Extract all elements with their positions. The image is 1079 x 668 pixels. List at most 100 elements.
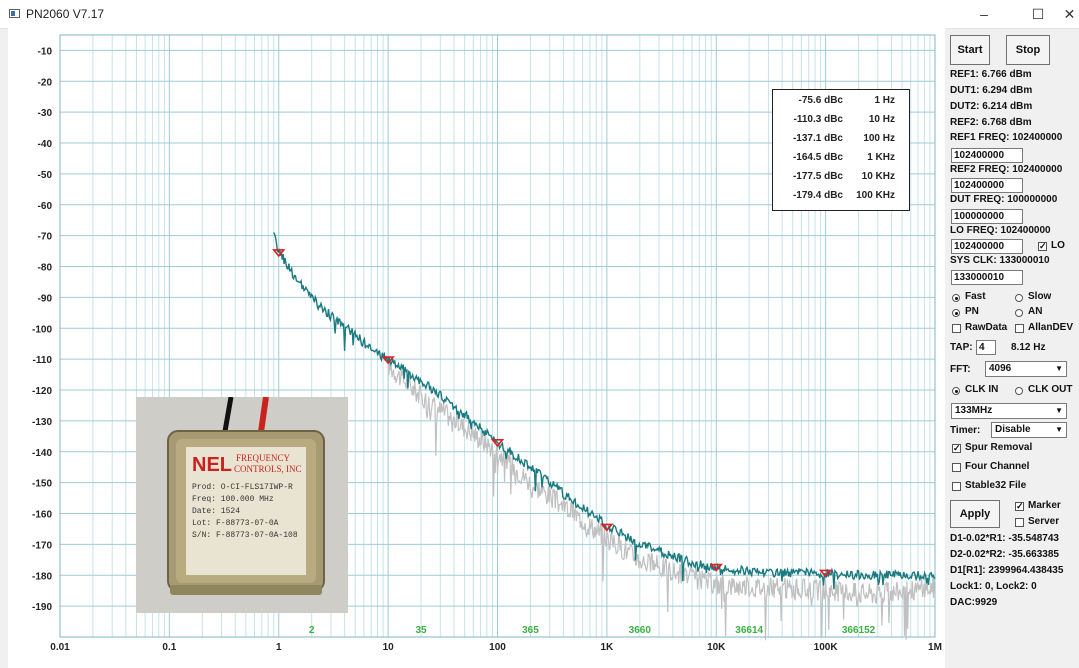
ref2-power: REF2: 6.768 dBm	[950, 117, 1032, 128]
y-tick-label: -180	[32, 571, 52, 582]
ref1-freq-input[interactable]: 102400000	[951, 148, 1023, 163]
window-title: PN2060 V7.17	[26, 7, 105, 21]
legend-freq: 1 KHz	[867, 152, 895, 163]
y-tick-label: -160	[32, 510, 52, 521]
y-tick-label: -110	[33, 355, 53, 366]
dut2-power: DUT2: 6.214 dBm	[950, 101, 1033, 112]
fft-select[interactable]: 4096 ▼	[985, 361, 1067, 377]
ref1-power: REF1: 6.766 dBm	[950, 69, 1032, 80]
legend-value: -75.6 dBc	[798, 95, 843, 106]
close-button[interactable]: ✕	[1060, 3, 1079, 25]
legend-freq: 10 KHz	[861, 171, 895, 182]
averaging-count-label: 2	[309, 625, 315, 636]
dac-value: DAC:9929	[950, 597, 998, 608]
legend-freq: 100 Hz	[863, 133, 895, 144]
slow-label: Slow	[1028, 291, 1052, 302]
legend-value: -164.5 dBc	[792, 152, 843, 163]
y-tick-label: -100	[32, 324, 52, 335]
oscillator-photo: NEL FREQUENCY CONTROLS, INC Prod: O-CI-F…	[136, 397, 348, 613]
x-tick-label: 10	[383, 642, 395, 653]
minimize-button[interactable]: –	[966, 3, 1002, 25]
sys-clk-input[interactable]: 133000010	[951, 270, 1023, 285]
allandev-checkbox[interactable]	[1015, 324, 1024, 333]
legend-row: -164.5 dBc 1 KHz	[773, 149, 909, 167]
an-label: AN	[1028, 306, 1043, 317]
lo-checkbox-label: LO	[1051, 240, 1065, 251]
legend-value: -110.3 dBc	[793, 114, 843, 125]
tap-input[interactable]: 4	[976, 340, 996, 355]
pn-radio[interactable]	[952, 309, 960, 317]
y-tick-label: -170	[32, 540, 52, 551]
fast-label: Fast	[965, 291, 986, 302]
ref2-freq-input[interactable]: 102400000	[951, 178, 1023, 193]
averaging-count-label: 365	[522, 625, 539, 636]
chevron-down-icon: ▼	[1055, 425, 1063, 434]
clk-select[interactable]: 133MHz ▼	[951, 403, 1067, 419]
photo-date: Date: 1524	[192, 507, 240, 516]
legend-freq: 1 Hz	[874, 95, 895, 106]
apply-button[interactable]: Apply	[950, 500, 1000, 528]
an-radio[interactable]	[1015, 309, 1023, 317]
x-tick-label: 1K	[600, 642, 614, 653]
averaging-count-label: 366152	[842, 625, 876, 636]
series-line-reference	[387, 356, 936, 641]
timer-select[interactable]: Disable ▼	[991, 422, 1067, 438]
legend-row: -137.1 dBc 100 Hz	[773, 130, 909, 148]
app-window-icon	[9, 9, 20, 18]
y-tick-label: -130	[32, 417, 52, 428]
d2-readout: D2-0.02*R2: -35.663385	[950, 549, 1059, 560]
clk-in-label: CLK IN	[965, 384, 999, 395]
y-tick-label: -190	[32, 602, 52, 613]
lo-freq-input[interactable]: 102400000	[951, 239, 1023, 254]
lo-freq-label: LO FREQ: 102400000	[950, 225, 1051, 236]
dut-freq-label: DUT FREQ: 100000000	[950, 194, 1058, 205]
sys-clk-label: SYS CLK: 133000010	[950, 255, 1050, 266]
clk-out-radio[interactable]	[1015, 387, 1023, 395]
marker-checkbox[interactable]: ✓	[1015, 502, 1024, 511]
y-tick-label: -30	[38, 108, 53, 119]
legend-row: -177.5 dBc 10 KHz	[773, 168, 909, 186]
marker-legend: -75.6 dBc 1 Hz -110.3 dBc 10 Hz -137.1 dBc…	[772, 89, 910, 211]
photo-sn: S/N: F-88773-07-0A-108	[192, 531, 298, 540]
four-channel-checkbox[interactable]	[952, 463, 961, 472]
tap-label: TAP:	[950, 342, 973, 353]
x-tick-label: 0.1	[162, 642, 176, 653]
clk-select-value: 133MHz	[955, 405, 993, 416]
server-checkbox[interactable]	[1015, 518, 1024, 527]
x-tick-label: 10K	[707, 642, 726, 653]
averaging-count-label: 3660	[629, 625, 652, 636]
maximize-button[interactable]: ☐	[1020, 3, 1056, 25]
x-tick-label: 100K	[814, 642, 839, 653]
photo-company-line1: FREQUENCY	[236, 453, 291, 463]
legend-row: -110.3 dBc 10 Hz	[773, 111, 909, 129]
stable32-checkbox[interactable]	[952, 482, 961, 491]
y-tick-label: -10	[38, 46, 53, 57]
legend-value: -177.5 dBc	[792, 171, 843, 182]
y-tick-label: -40	[38, 139, 53, 150]
start-button[interactable]: Start	[950, 35, 990, 65]
chevron-down-icon: ▼	[1055, 406, 1063, 415]
clk-out-label: CLK OUT	[1028, 384, 1073, 395]
spur-removal-checkbox[interactable]: ✓	[952, 444, 961, 453]
ref1-freq-label: REF1 FREQ: 102400000	[950, 132, 1063, 143]
slow-radio[interactable]	[1015, 294, 1023, 302]
legend-freq: 100 KHz	[856, 190, 895, 201]
photo-brand: NEL	[192, 454, 232, 476]
phase-noise-plot: -10 -20 -30 -40 -50 -60 -70 -80 -90 -100 -110 -120 -…	[8, 28, 945, 668]
four-channel-label: Four Channel	[965, 461, 1030, 472]
rawdata-label: RawData	[965, 322, 1008, 333]
timer-select-value: Disable	[995, 424, 1031, 435]
control-panel: Start Stop REF1: 6.766 dBm DUT1: 6.294 d…	[945, 28, 1079, 668]
d1r1-readout: D1[R1]: 2399964.438435	[950, 565, 1064, 576]
timer-label: Timer:	[950, 425, 981, 436]
legend-freq: 10 Hz	[868, 114, 895, 125]
clk-in-radio[interactable]	[952, 387, 960, 395]
legend-value: -179.4 dBc	[792, 190, 843, 201]
stop-button[interactable]: Stop	[1006, 35, 1050, 65]
averaging-count-label: 36614	[735, 625, 763, 636]
dut-freq-input[interactable]: 100000000	[951, 209, 1023, 224]
fast-radio[interactable]	[952, 294, 960, 302]
photo-company-line2: CONTROLS, INC	[234, 464, 302, 474]
rawdata-checkbox[interactable]	[952, 324, 961, 333]
lo-checkbox[interactable]: ✓	[1038, 242, 1047, 251]
